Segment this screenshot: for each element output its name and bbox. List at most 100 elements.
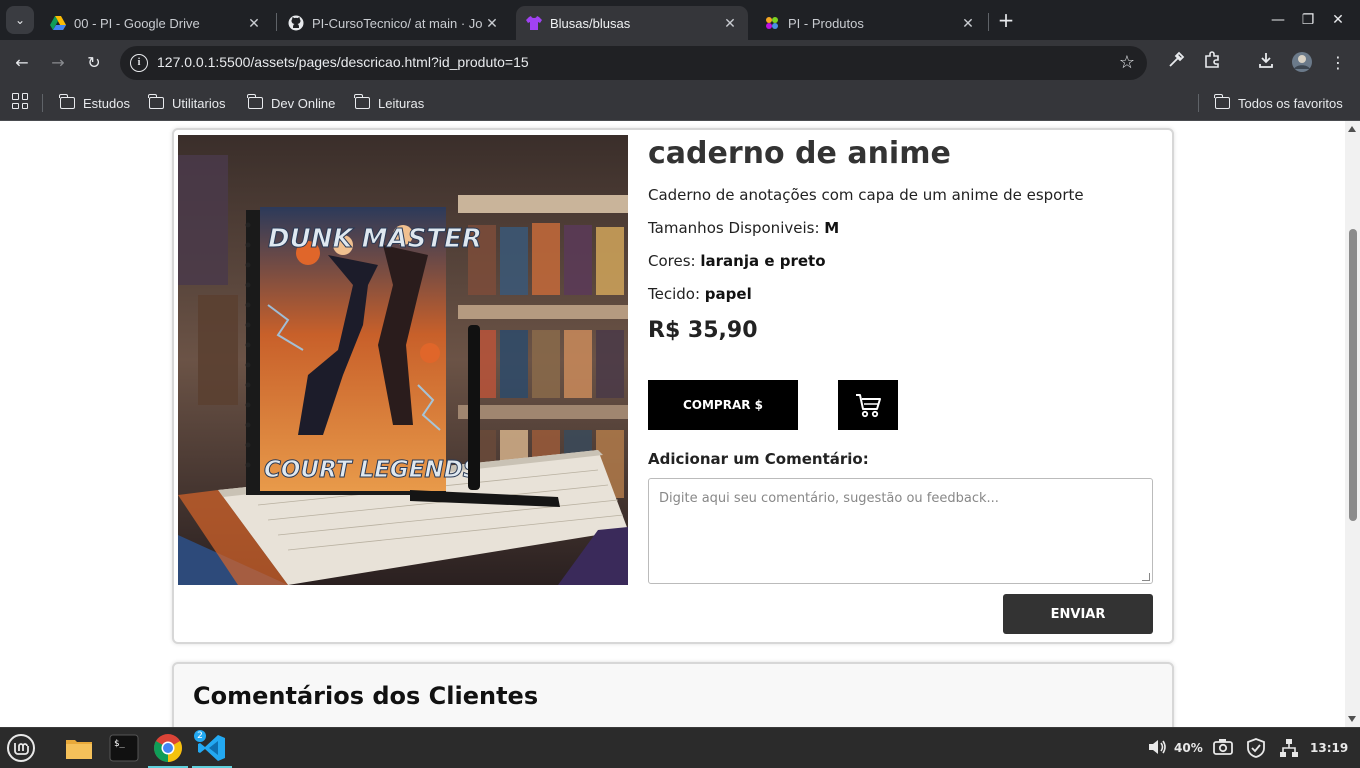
browser-toolbar: ← → ↻ i 127.0.0.1:5500/assets/pages/desc…: [0, 40, 1360, 85]
folder-icon: [59, 94, 75, 109]
vertical-scrollbar[interactable]: [1345, 121, 1360, 727]
tab-blusas[interactable]: Blusas/blusas ✕: [516, 6, 748, 40]
scroll-thumb[interactable]: [1349, 229, 1357, 521]
sizes-value: M: [824, 219, 840, 237]
sizes-label: Tamanhos Disponiveis:: [648, 219, 820, 237]
comment-textarea[interactable]: Digite aqui seu comentário, sugestão ou …: [648, 478, 1153, 584]
colors-label: Cores:: [648, 252, 696, 270]
site-info-icon[interactable]: i: [130, 54, 148, 72]
bookmark-label: Leituras: [378, 95, 425, 111]
product-fabric: Tecido: papel: [648, 285, 752, 303]
minimize-icon[interactable]: —: [1268, 10, 1288, 30]
shirt-icon: [526, 15, 542, 31]
app-icon: [764, 15, 780, 31]
tab-separator: [276, 13, 277, 31]
folder-icon: [1214, 94, 1230, 109]
buy-button[interactable]: COMPRAR $: [648, 380, 798, 430]
tab-separator: [988, 13, 989, 31]
new-tab-button[interactable]: +: [995, 9, 1017, 31]
extensions-icon[interactable]: [1200, 51, 1224, 75]
product-colors: Cores: laranja e preto: [648, 252, 826, 270]
shield-icon[interactable]: [1245, 737, 1267, 762]
files-icon[interactable]: [64, 733, 94, 763]
tab-title: PI-CursoTecnico/ at main · Jo: [312, 15, 483, 31]
url-text[interactable]: 127.0.0.1:5500/assets/pages/descricao.ht…: [157, 54, 529, 70]
google-drive-icon: [50, 15, 66, 31]
bookmark-label: Estudos: [83, 95, 130, 111]
back-icon[interactable]: ←: [10, 51, 34, 75]
close-icon[interactable]: ✕: [722, 15, 738, 31]
bookmark-label: Todos os favoritos: [1238, 95, 1343, 111]
bookmark-utilitarios[interactable]: Utilitarios: [148, 93, 226, 113]
bookmark-leituras[interactable]: Leituras: [354, 93, 425, 113]
vscode-badge: 2: [194, 730, 206, 742]
tab-github[interactable]: PI-CursoTecnico/ at main · Jo ✕: [278, 6, 510, 40]
tab-strip: ⌄ 00 - PI - Google Drive ✕ PI-CursoTecni…: [0, 0, 1360, 40]
restore-icon[interactable]: ❐: [1298, 10, 1318, 30]
github-icon: [288, 15, 304, 31]
close-window-icon[interactable]: ✕: [1328, 10, 1348, 30]
product-description: Caderno de anotações com capa de um anim…: [648, 186, 1084, 204]
forward-icon[interactable]: →: [46, 51, 70, 75]
close-icon[interactable]: ✕: [960, 15, 976, 31]
reload-icon[interactable]: ↻: [82, 51, 106, 75]
comment-label: Adicionar um Comentário:: [648, 450, 869, 468]
screenshot-icon[interactable]: [1212, 737, 1234, 760]
bookmark-separator: [42, 94, 43, 112]
resize-handle[interactable]: [1142, 573, 1150, 581]
tab-google-drive[interactable]: 00 - PI - Google Drive ✕: [40, 6, 272, 40]
bookmark-dev-online[interactable]: Dev Online: [247, 93, 336, 113]
tab-search-button[interactable]: ⌄: [6, 6, 34, 34]
address-bar[interactable]: i 127.0.0.1:5500/assets/pages/descricao.…: [120, 46, 1147, 80]
product-price: R$ 35,90: [648, 318, 758, 343]
apps-icon[interactable]: [12, 93, 28, 109]
folder-icon: [148, 94, 164, 109]
bookmark-star-icon[interactable]: ☆: [1119, 52, 1135, 73]
folder-icon: [247, 94, 263, 109]
page-viewport: DUNK MASTER COURT LEGENDS caderno de ani…: [0, 121, 1345, 727]
bookmarks-bar: Estudos Utilitarios Dev Online Leituras …: [0, 85, 1360, 121]
close-icon[interactable]: ✕: [484, 15, 500, 31]
fabric-label: Tecido:: [648, 285, 701, 303]
menu-icon[interactable]: ⋮: [1326, 51, 1350, 75]
download-icon[interactable]: [1254, 51, 1278, 75]
product-card: DUNK MASTER COURT LEGENDS caderno de ani…: [172, 128, 1174, 644]
volume-icon[interactable]: [1146, 736, 1168, 761]
network-icon[interactable]: [1278, 737, 1300, 762]
scroll-up-arrow-icon[interactable]: [1348, 126, 1356, 132]
clock[interactable]: 13:19: [1310, 741, 1348, 755]
fabric-value: papel: [704, 285, 752, 303]
shelf: [458, 195, 628, 213]
vscode-icon[interactable]: 2: [192, 730, 232, 768]
add-to-cart-button[interactable]: [838, 380, 898, 430]
eyedropper-icon[interactable]: [1164, 51, 1188, 75]
os-taskbar: $_ 2 40% 13:19: [0, 727, 1360, 768]
chrome-icon[interactable]: [148, 733, 188, 768]
folder-icon: [354, 94, 370, 109]
send-comment-button[interactable]: ENVIAR: [1003, 594, 1153, 634]
tab-title: Blusas/blusas: [550, 15, 631, 31]
bookmark-label: Dev Online: [271, 95, 336, 111]
close-icon[interactable]: ✕: [246, 15, 262, 31]
bookmark-separator: [1198, 94, 1199, 112]
product-title: caderno de anime: [648, 136, 951, 171]
svg-text:$_: $_: [114, 739, 125, 749]
cover-title-bottom: COURT LEGENDS: [264, 457, 479, 483]
tab-title: 00 - PI - Google Drive: [74, 15, 200, 31]
scroll-down-arrow-icon[interactable]: [1348, 716, 1356, 722]
reviews-title: Comentários dos Clientes: [193, 682, 539, 710]
terminal-icon[interactable]: $_: [109, 733, 139, 763]
cart-icon: [856, 394, 881, 418]
volume-level: 40%: [1174, 741, 1203, 755]
tab-pi-produtos[interactable]: PI - Produtos ✕: [754, 6, 986, 40]
all-bookmarks[interactable]: Todos os favoritos: [1214, 93, 1343, 113]
bookmark-label: Utilitarios: [172, 95, 226, 111]
bookmark-estudos[interactable]: Estudos: [59, 93, 130, 113]
product-image: DUNK MASTER COURT LEGENDS: [178, 135, 628, 585]
colors-value: laranja e preto: [700, 252, 826, 270]
tab-title: PI - Produtos: [788, 15, 864, 31]
product-sizes: Tamanhos Disponiveis: M: [648, 219, 839, 237]
mint-menu-icon[interactable]: [6, 733, 36, 763]
profile-avatar[interactable]: [1290, 51, 1314, 75]
reviews-section: Comentários dos Clientes: [172, 662, 1174, 727]
